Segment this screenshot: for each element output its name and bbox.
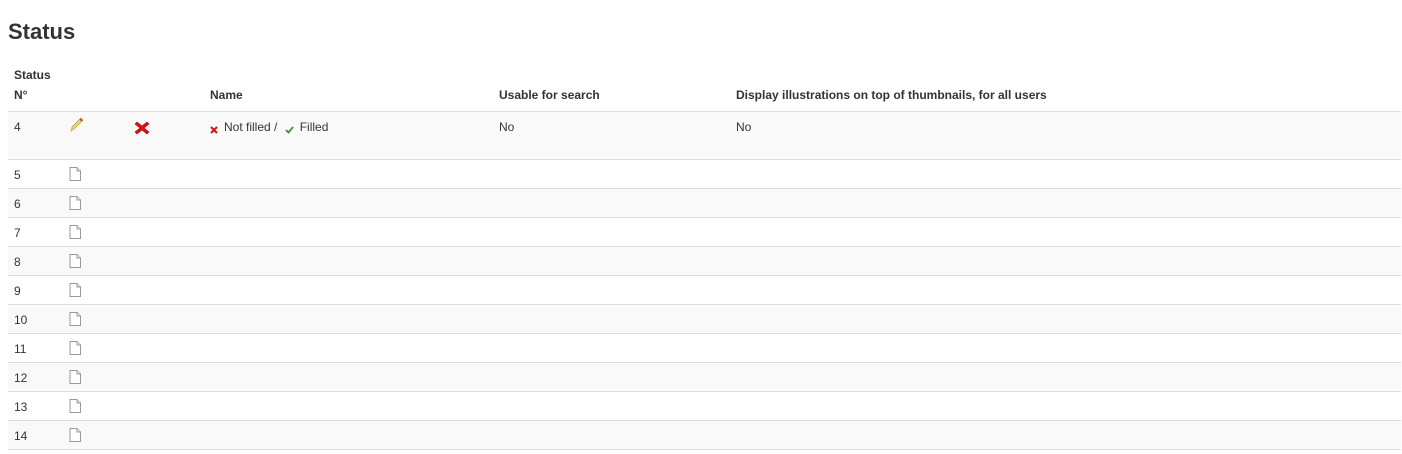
header-name: Name (210, 88, 243, 102)
document-icon[interactable] (69, 312, 81, 329)
document-icon[interactable] (69, 196, 81, 213)
header-status-label: Status (14, 68, 51, 82)
status-number: 5 (8, 159, 54, 189)
document-icon[interactable] (69, 370, 81, 387)
document-icon[interactable] (69, 254, 81, 271)
table-row: 14 (8, 420, 1401, 450)
status-number: 13 (8, 391, 54, 421)
table-row: 7 (8, 217, 1401, 247)
document-icon[interactable] (69, 283, 81, 300)
table-row: 12 (8, 362, 1401, 392)
table-row: 5 (8, 159, 1401, 189)
display-illustrations-value: No (730, 111, 1401, 160)
header-edit (54, 65, 128, 112)
status-number: 8 (8, 246, 54, 276)
document-icon[interactable] (69, 428, 81, 445)
status-number: 11 (8, 333, 54, 363)
check-icon (285, 123, 294, 137)
status-number: 12 (8, 362, 54, 392)
status-table: Status N° Name Usable for search Display… (8, 65, 1401, 450)
document-icon[interactable] (69, 167, 81, 184)
header-usable-for-search: Usable for search (499, 88, 600, 102)
table-header-row: Status N° Name Usable for search Display… (8, 65, 1401, 112)
table-row: 13 (8, 391, 1401, 421)
table-row: 6 (8, 188, 1401, 218)
not-filled-icon (210, 123, 218, 137)
status-number: 6 (8, 188, 54, 218)
table-row: 10 (8, 304, 1401, 334)
status-number: 4 (8, 111, 54, 160)
table-row: 9 (8, 275, 1401, 305)
status-number: 7 (8, 217, 54, 247)
document-icon[interactable] (69, 341, 81, 358)
filled-label: Filled (299, 120, 329, 134)
status-number: 14 (8, 420, 54, 450)
header-display-illustrations: Display illustrations on top of thumbnai… (736, 88, 1047, 102)
usable-for-search-value: No (493, 111, 730, 160)
status-number: 10 (8, 304, 54, 334)
delete-icon[interactable] (134, 120, 150, 139)
not-filled-label: Not filled / (224, 120, 278, 134)
table-row: 8 (8, 246, 1401, 276)
document-icon[interactable] (69, 399, 81, 416)
name-cell: Not filled / Filled (204, 111, 493, 160)
table-row: 11 (8, 333, 1401, 363)
status-number: 9 (8, 275, 54, 305)
header-delete (128, 65, 204, 112)
table-row: 4 Not filled / Filled No No (8, 111, 1401, 160)
document-icon[interactable] (69, 225, 81, 242)
page-title: Status (8, 19, 76, 44)
header-status-number: Status N° (8, 65, 54, 112)
header-number-label: N° (14, 88, 28, 102)
pencil-icon[interactable] (69, 117, 85, 136)
